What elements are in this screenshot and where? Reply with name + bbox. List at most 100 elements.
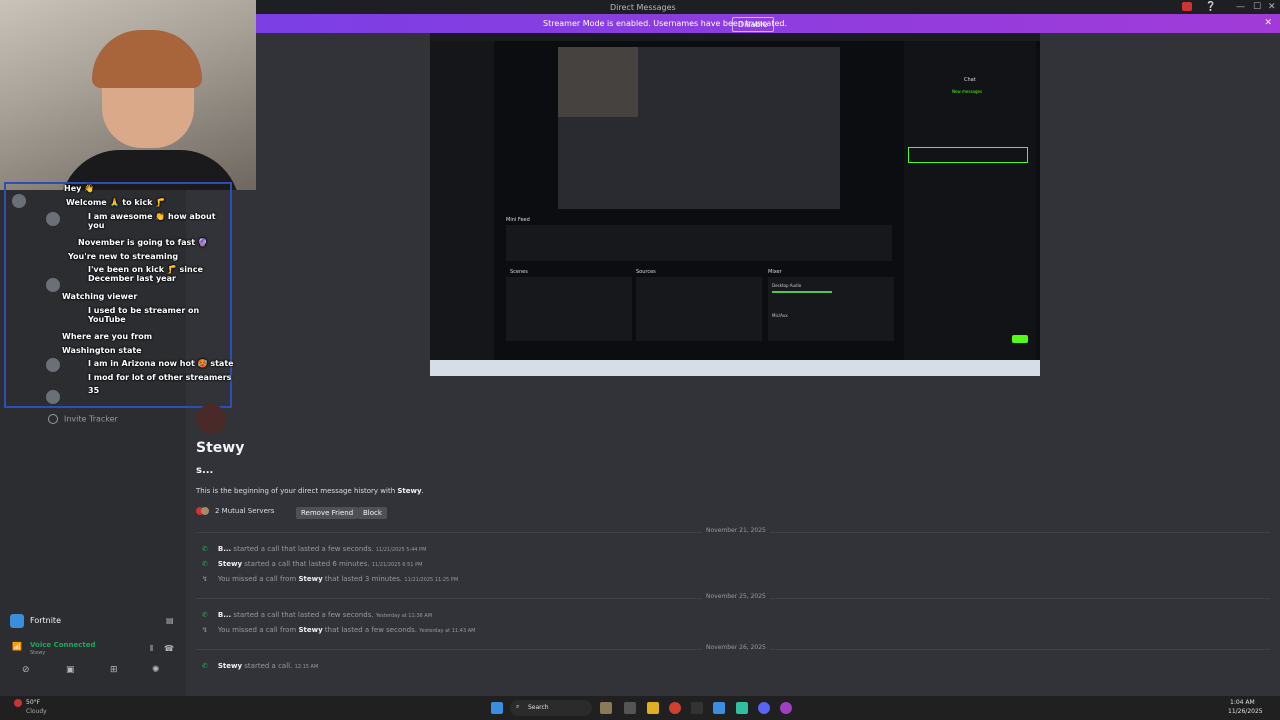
call-text: that lasted a few seconds. [322, 626, 417, 634]
desktop-audio-label: Desktop Audio [772, 283, 802, 288]
mutual-servers-label: 2 Mutual Servers [215, 507, 275, 515]
chat-message: I've been on kick 🦵 since December last … [88, 265, 203, 283]
chat-message: Where are you from [62, 332, 153, 341]
caller-name: B... [217, 545, 232, 553]
call-log-row: ✆ Stewy started a call that lasted 6 minu… [202, 560, 422, 568]
desktop-audio-meter [772, 291, 832, 293]
weather-icon [14, 699, 22, 707]
disconnect-icon[interactable]: ☎ [164, 644, 174, 653]
camera-off-icon[interactable]: ⊘ [22, 665, 30, 675]
chat-avatar [46, 390, 60, 404]
block-button[interactable]: Block [358, 507, 387, 519]
preview-webcam [558, 47, 638, 117]
clock-date: 11/26/2025 [1228, 708, 1263, 715]
call-text: started a call that lasted 6 minutes. [242, 560, 370, 568]
banner-close-icon[interactable]: ✕ [1264, 18, 1272, 28]
date-divider: November 26, 2025 [196, 644, 1270, 651]
caller-name: Stewy [298, 626, 323, 634]
phone-call-icon: ✆ [202, 611, 208, 619]
fortnite-icon[interactable] [713, 702, 725, 714]
dm-username: Stewy [196, 440, 245, 456]
signal-icon: 📶 [12, 642, 22, 651]
voice-panel: Fortnite ▤ 📶 Voice Connected Stewy ⦀ ☎ ⊘… [6, 612, 180, 690]
chat-message: I am awesome 👏 how about you [88, 212, 216, 230]
chat-avatar [46, 358, 60, 372]
remove-friend-button[interactable]: Remove Friend [296, 507, 359, 519]
missed-call-icon: ↯ [202, 626, 208, 634]
app-icon[interactable] [780, 702, 792, 714]
date-label: November 25, 2025 [702, 593, 770, 600]
clock-time: 1:04 AM [1230, 699, 1255, 706]
call-timestamp: Yesterday at 11:36 AM [375, 613, 433, 619]
intro-prefix: This is the beginning of your direct mes… [196, 487, 398, 495]
scenes-panel [506, 277, 632, 341]
search-icon: ⌕ [516, 703, 520, 710]
screen-share-preview[interactable]: Mini Feed Scenes Sources Mixer Desktop A… [430, 33, 1040, 376]
missed-call-icon: ↯ [202, 575, 208, 583]
minifeed-panel [506, 225, 892, 261]
epic-games-icon[interactable] [691, 702, 703, 714]
chat-avatar [12, 194, 26, 208]
dm-user-avatar [196, 404, 226, 434]
streamlabs-icon[interactable] [736, 702, 748, 714]
discord-icon[interactable] [758, 702, 770, 714]
invite-tracker-icon [48, 414, 58, 424]
inner-taskbar [430, 360, 1040, 376]
webcam-hair [92, 30, 202, 88]
caller-name: B... [217, 611, 232, 619]
maximize-button[interactable]: ☐ [1253, 2, 1261, 12]
call-text: started a call that lasted a few seconds… [231, 545, 374, 553]
close-window-button[interactable]: ✕ [1268, 2, 1276, 12]
scenes-title: Scenes [510, 269, 528, 275]
chat-message: I mod for lot of other streamers [88, 373, 232, 382]
voice-menu-icon[interactable]: ▤ [166, 616, 174, 625]
weather-desc: Cloudy [26, 708, 47, 715]
call-timestamp: 11/21/2025 5:44 PM [375, 547, 427, 553]
new-messages-label: New messages [952, 89, 983, 94]
call-log-row: ✆ Stewy started a call. 12:15 AM [202, 662, 318, 670]
dm-subtitle: s... [196, 465, 214, 476]
file-explorer-icon[interactable] [647, 702, 659, 714]
date-label: November 21, 2025 [702, 527, 770, 534]
search-label: Search [528, 704, 549, 711]
call-timestamp: 12:15 AM [294, 664, 319, 670]
minimize-button[interactable]: — [1236, 2, 1245, 12]
screen-share-icon[interactable]: ▣ [66, 665, 75, 675]
sources-panel [636, 277, 762, 341]
intro-suffix: . [421, 487, 424, 495]
chat-title: Chat [964, 77, 976, 83]
taskbar-search[interactable]: ⌕ Search [510, 700, 592, 716]
call-text: started a call. [242, 662, 293, 670]
call-timestamp: 11/21/2025 6:51 PM [371, 562, 423, 568]
chrome-icon[interactable] [669, 702, 681, 714]
weather-temp: 50°F [26, 699, 41, 706]
task-view-icon[interactable] [624, 702, 636, 714]
soundboard-icon[interactable]: ✺ [152, 665, 160, 675]
phone-call-icon: ✆ [202, 560, 208, 568]
chat-message: I am in Arizona now hot 🥵 state [88, 359, 234, 368]
chat-message: 35 [88, 386, 100, 395]
intro-name: Stewy [397, 487, 422, 495]
minifeed-title: Mini Feed [506, 217, 530, 223]
help-icon[interactable]: ❔ [1205, 2, 1216, 12]
widget-icon[interactable] [600, 702, 612, 714]
inbox-icon[interactable] [1182, 2, 1192, 11]
streamlabs-titlebar [430, 33, 1040, 41]
chat-message: You're new to streaming [68, 252, 179, 261]
phone-call-icon: ✆ [202, 662, 208, 670]
caller-name: Stewy [217, 662, 243, 670]
mic-aux-label: Mic/Aux [772, 313, 788, 318]
noise-suppression-icon[interactable]: ⦀ [150, 644, 154, 654]
call-log-row: ↯ You missed a call from Stewy that laste… [202, 626, 475, 634]
call-log-row: ✆ B... started a call that lasted a few s… [202, 611, 432, 619]
activities-icon[interactable]: ⊞ [110, 665, 118, 675]
call-prefix: You missed a call from [217, 626, 299, 634]
disable-streamer-mode-button[interactable]: Disable [732, 17, 774, 32]
chat-avatar [46, 212, 60, 226]
start-icon[interactable] [491, 702, 503, 714]
call-log-row: ↯ You missed a call from Stewy that laste… [202, 575, 458, 583]
invite-tracker-item[interactable]: Invite Tracker [48, 414, 118, 424]
mutual-servers[interactable]: 2 Mutual Servers [196, 507, 274, 515]
invite-tracker-label: Invite Tracker [64, 414, 118, 424]
call-prefix: You missed a call from [217, 575, 299, 583]
